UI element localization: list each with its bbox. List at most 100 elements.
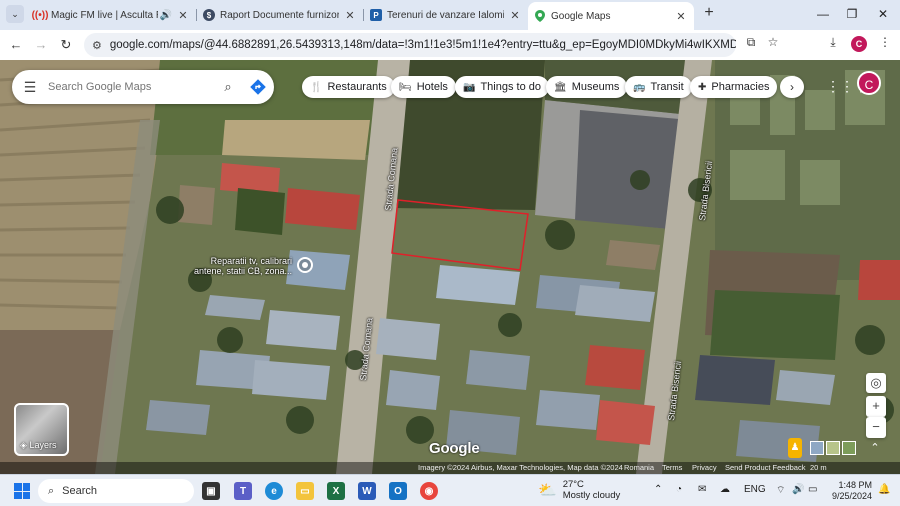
teams-icon[interactable]: T bbox=[234, 482, 252, 500]
chip-pharmacies[interactable]: ✚ Pharmacies bbox=[690, 76, 778, 98]
reload-icon: ↻ bbox=[60, 37, 72, 52]
chrome-icon[interactable]: ◉ bbox=[420, 482, 438, 500]
close-icon[interactable]: ✕ bbox=[176, 9, 190, 22]
bookmark-site-icon: P bbox=[370, 9, 382, 21]
chevron-right-icon: › bbox=[790, 80, 794, 94]
back-button[interactable]: ← bbox=[7, 36, 25, 54]
excel-icon[interactable]: X bbox=[327, 482, 345, 500]
bus-icon: 🚌 bbox=[633, 81, 646, 93]
directions-icon[interactable] bbox=[242, 79, 274, 95]
chip-label: Restaurants bbox=[327, 81, 387, 93]
file-explorer-icon[interactable]: ▭ bbox=[296, 482, 314, 500]
chip-transit[interactable]: 🚌 Transit bbox=[625, 76, 692, 98]
hamburger-menu-icon[interactable]: ☰ bbox=[12, 79, 48, 96]
browser-toolbar: ← → ↻ ⚙ google.com/maps/@44.6882891,26.5… bbox=[0, 30, 900, 60]
chip-label: Hotels bbox=[416, 81, 448, 93]
reload-button[interactable]: ↻ bbox=[57, 36, 75, 54]
zoom-in-button[interactable]: + bbox=[866, 396, 886, 417]
close-icon[interactable]: ✕ bbox=[674, 10, 688, 23]
chip-things-to-do[interactable]: 📷 Things to do bbox=[455, 76, 549, 98]
bookmark-star-icon[interactable]: ☆ bbox=[764, 33, 782, 51]
volume-icon[interactable]: 🔊 bbox=[792, 484, 804, 495]
satellite-imagery[interactable] bbox=[0, 60, 900, 474]
weather-widget[interactable]: ⛅ 27°C Mostly cloudy bbox=[538, 479, 620, 501]
restore-icon: ❐ bbox=[846, 7, 858, 21]
taskbar-search-label: Search bbox=[62, 485, 98, 497]
map-viewport[interactable]: Strada Comana Strada Comana Strada Biser… bbox=[0, 60, 900, 474]
maps-search-box: ☰ ⌕ bbox=[12, 70, 274, 104]
address-bar[interactable]: ⚙ google.com/maps/@44.6882891,26.5439313… bbox=[84, 33, 736, 57]
layers-icon: ◈ bbox=[20, 440, 27, 450]
tab-magic-fm[interactable]: ((•)) Magic FM live | Asculta Radio 🔊 ✕ bbox=[28, 3, 196, 27]
site-info-icon[interactable]: ⚙ bbox=[92, 39, 102, 52]
weather-text: 27°C Mostly cloudy bbox=[563, 479, 621, 501]
chip-label: Pharmacies bbox=[711, 81, 770, 93]
weather-desc: Mostly cloudy bbox=[562, 490, 621, 501]
taskbar-search[interactable]: ⌕ Search bbox=[38, 479, 194, 503]
word-icon[interactable]: W bbox=[358, 482, 376, 500]
arrow-left-icon: ← bbox=[9, 37, 23, 52]
google-apps-icon[interactable]: ⋮⋮⋮ bbox=[826, 76, 868, 96]
chip-label: Museums bbox=[571, 81, 620, 93]
privacy-link[interactable]: Privacy bbox=[692, 463, 717, 472]
close-icon[interactable]: ✕ bbox=[343, 9, 357, 22]
attribution-bar: Imagery ©2024 Airbus, Maxar Technologies… bbox=[0, 462, 900, 474]
more-menu-icon[interactable]: ⋮ bbox=[876, 33, 894, 51]
forward-button[interactable]: → bbox=[32, 36, 50, 54]
pegman-icon[interactable]: ♟ bbox=[788, 438, 802, 458]
language-indicator[interactable]: ENG bbox=[744, 484, 766, 495]
place-pin-icon[interactable] bbox=[297, 257, 313, 273]
close-icon[interactable]: ✕ bbox=[508, 9, 522, 22]
terms-link[interactable]: Terms bbox=[662, 463, 682, 472]
expand-up-icon[interactable]: ⌃ bbox=[866, 438, 884, 458]
tab-title: Terenuri de vanzare Ialomita - / bbox=[387, 9, 504, 21]
chevron-up-icon[interactable]: ⌃ bbox=[654, 484, 662, 495]
outlook-icon[interactable]: O bbox=[389, 482, 407, 500]
url-text[interactable]: google.com/maps/@44.6882891,26.5439313,1… bbox=[110, 39, 736, 51]
maps-profile-avatar[interactable]: C bbox=[857, 71, 881, 95]
tab-raport-documente[interactable]: $ Raport Documente furnizori - S ✕ bbox=[197, 3, 363, 27]
chip-museums[interactable]: 🏛 Museums bbox=[546, 76, 628, 98]
scale-label[interactable]: 20 m bbox=[810, 463, 827, 472]
my-location-button[interactable]: ◎ bbox=[866, 373, 886, 393]
chips-next-button[interactable]: › bbox=[780, 76, 804, 98]
system-clock[interactable]: 1:48 PM 9/25/2024 bbox=[822, 480, 872, 502]
browser-tab-strip: ⌄ ((•)) Magic FM live | Asculta Radio 🔊 … bbox=[0, 0, 900, 30]
download-icon[interactable]: ⤓ bbox=[824, 33, 842, 51]
zoom-out-button[interactable]: − bbox=[866, 417, 886, 438]
place-label[interactable]: Reparatii tv, calibrari antene, statii C… bbox=[192, 256, 292, 276]
windows-start-icon[interactable] bbox=[14, 483, 30, 499]
wifi-icon[interactable]: ⌔ bbox=[776, 484, 785, 497]
tray-app-icon[interactable]: ◔ bbox=[676, 484, 682, 495]
search-input[interactable] bbox=[48, 81, 214, 93]
onedrive-icon[interactable]: ☁ bbox=[720, 484, 730, 495]
imagery-thumbnail[interactable] bbox=[842, 441, 856, 455]
speaker-icon[interactable]: 🔊 bbox=[160, 10, 172, 21]
outlook-tray-icon[interactable]: ✉ bbox=[698, 484, 706, 495]
minimize-button[interactable]: — bbox=[814, 5, 832, 23]
edge-icon[interactable]: e bbox=[265, 482, 283, 500]
feedback-link[interactable]: Send Product Feedback bbox=[725, 463, 805, 472]
layers-button[interactable]: ◈ Layers bbox=[14, 403, 69, 456]
tab-terenuri[interactable]: P Terenuri de vanzare Ialomita - / ✕ bbox=[364, 3, 528, 27]
imagery-thumbnail[interactable] bbox=[826, 441, 840, 455]
close-window-button[interactable]: ✕ bbox=[874, 5, 892, 23]
layers-text: Layers bbox=[29, 440, 57, 450]
layers-label: ◈ Layers bbox=[20, 440, 56, 451]
imagery-thumbnail[interactable] bbox=[810, 441, 824, 455]
tab-google-maps[interactable]: Google Maps ✕ bbox=[528, 2, 694, 30]
new-tab-button[interactable]: + bbox=[700, 5, 718, 23]
battery-icon[interactable]: ▭ bbox=[808, 484, 817, 495]
notification-bell-icon[interactable]: 🔔 bbox=[878, 484, 890, 495]
chip-restaurants[interactable]: 🍴 Restaurants bbox=[302, 76, 395, 98]
install-app-icon[interactable]: ⧉ bbox=[742, 33, 760, 51]
search-icon[interactable]: ⌕ bbox=[214, 79, 242, 95]
profile-avatar[interactable]: C bbox=[851, 36, 867, 52]
chip-hotels[interactable]: 🛏 Hotels bbox=[391, 76, 456, 98]
imagery-credit: Imagery ©2024 Airbus, Maxar Technologies… bbox=[418, 463, 623, 472]
clock-date: 9/25/2024 bbox=[831, 491, 872, 501]
restore-button[interactable]: ❐ bbox=[843, 5, 861, 23]
minimize-icon: — bbox=[817, 7, 829, 21]
task-view-icon[interactable]: ▣ bbox=[202, 482, 220, 500]
tab-search-button[interactable]: ⌄ bbox=[6, 5, 24, 23]
